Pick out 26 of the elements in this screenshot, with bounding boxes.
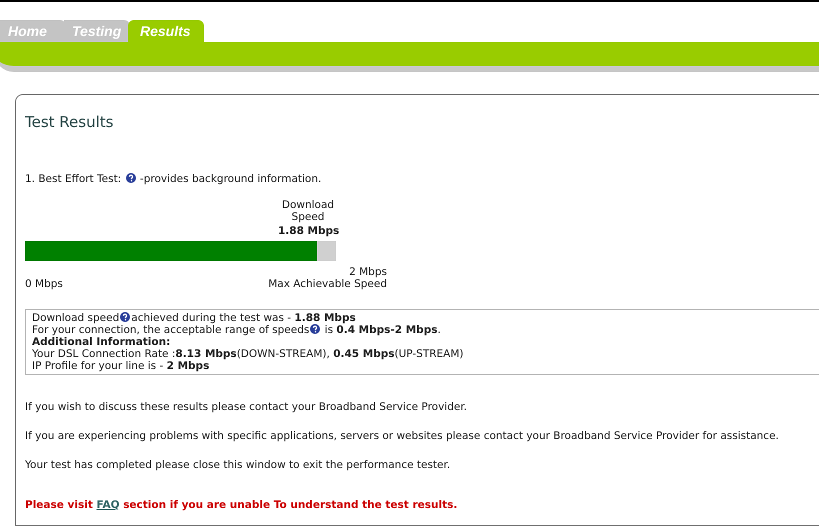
help-icon[interactable] — [120, 312, 130, 322]
help-icon[interactable] — [310, 324, 320, 334]
page-title: Test Results — [25, 113, 114, 131]
max-label: 2 Mbps — [348, 266, 387, 278]
info-text: Download speed — [32, 312, 120, 324]
faq-link[interactable]: FAQ — [96, 499, 120, 511]
info-text: achieved during the test was - 1.88 Mbps — [131, 312, 356, 324]
max-caption: Max Achievable Speed — [268, 278, 387, 290]
nav-tab[interactable]: Testing — [64, 20, 130, 42]
info-paragraph: If you wish to discuss these results please contact your Broadband Service Provider. — [25, 401, 468, 413]
nav-tab[interactable]: Results — [128, 20, 204, 42]
test-label: 1. Best Effort Test: — [25, 173, 122, 185]
info-heading: Additional Information: — [32, 336, 170, 348]
speed-reading: 1.88 Mbps — [278, 225, 340, 237]
info-text: Your DSL Connection Rate :8.13 Mbps(DOWN-STREAM), 0.45 Mbps(UP-STREAM) — [32, 348, 464, 360]
meter-label: Download Speed — [280, 199, 336, 223]
faq-notice: Please visit FAQ section if you are unable To understand the test results. — [25, 499, 458, 511]
info-paragraph: Your test has completed please close this window to exit the performance tester. — [25, 459, 450, 471]
info-text: is 0.4 Mbps-2 Mbps. — [324, 324, 441, 336]
test-description: -provides background information. — [140, 173, 322, 185]
info-text: IP Profile for your line is - 2 Mbps — [32, 360, 210, 372]
nav-tab[interactable]: Home — [0, 20, 66, 42]
info-paragraph: If you are experiencing problems with specific applications, servers or websites please contact your Broadband Service Provider for assistance. — [25, 430, 779, 442]
info-text: For your connection, the acceptable range of speeds — [32, 324, 310, 336]
min-label: 0 Mbps — [25, 278, 63, 290]
help-icon[interactable] — [126, 173, 136, 183]
